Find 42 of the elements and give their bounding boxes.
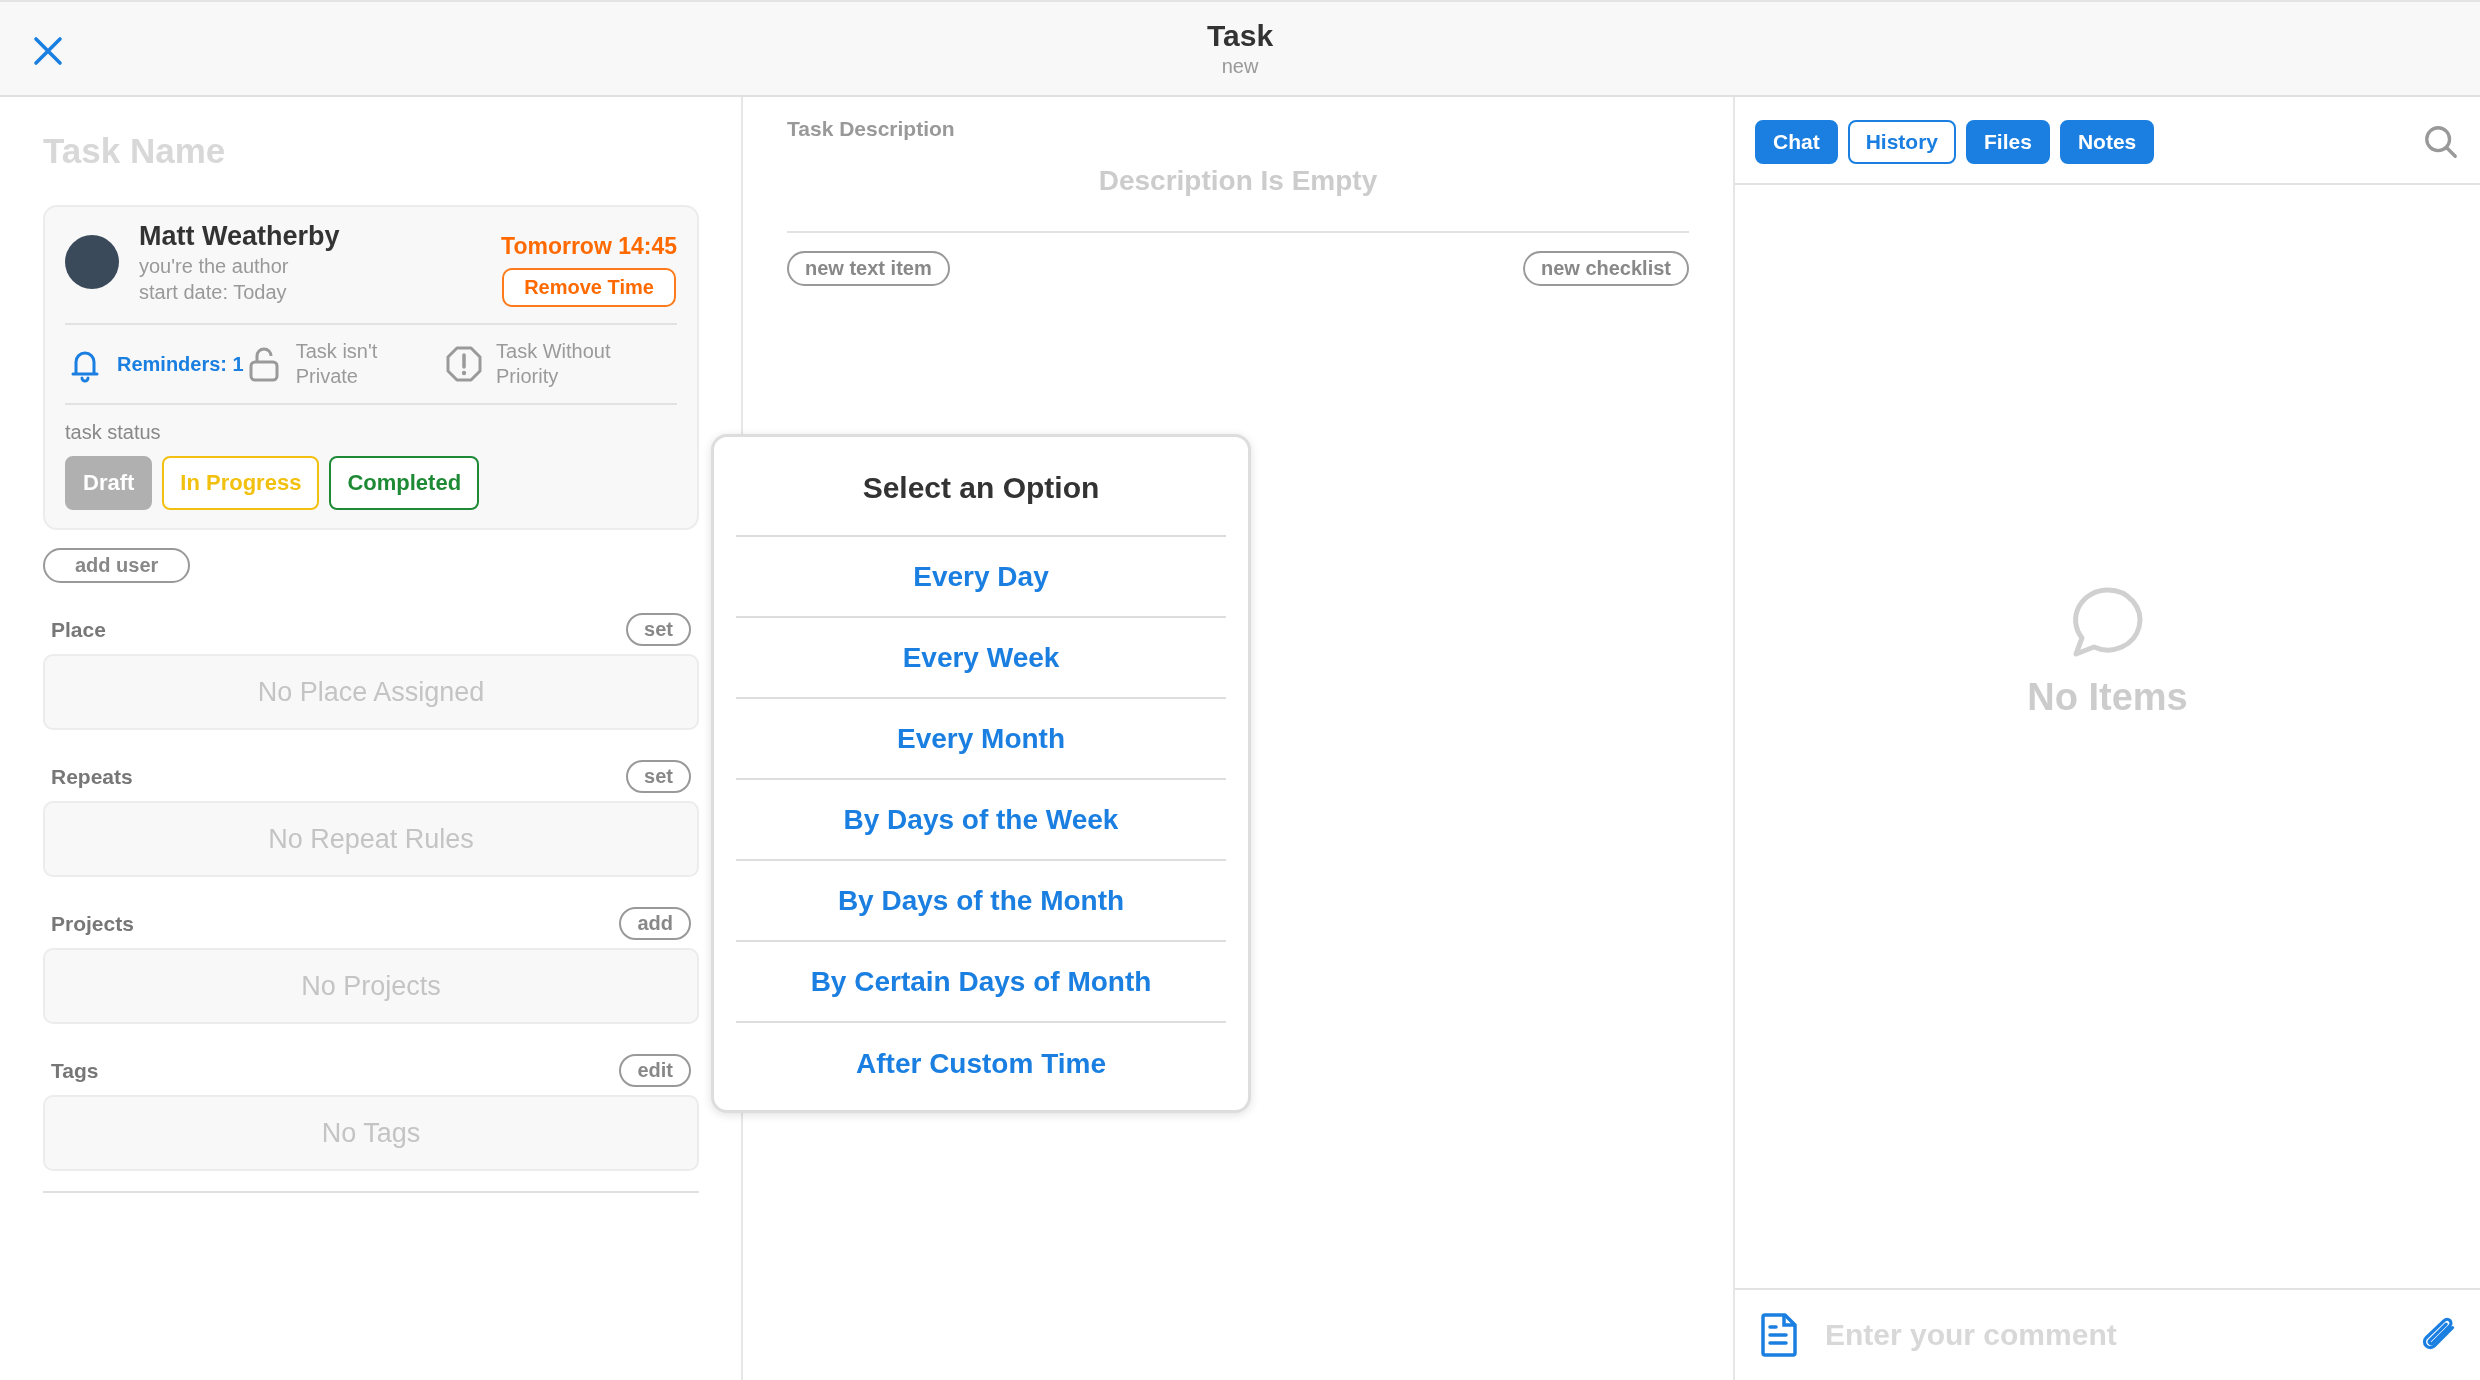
status-label: task status: [65, 421, 162, 444]
flag-label[interactable]: Task Without Priority: [496, 339, 677, 389]
start-date: start date: Today: [139, 281, 288, 304]
add-item-button[interactable]: new checklist: [1522, 251, 1689, 286]
avatar: [65, 235, 119, 289]
option-item[interactable]: Every Month: [736, 699, 1226, 780]
option-item[interactable]: By Days of the Week: [736, 780, 1226, 861]
exclamation-icon[interactable]: [444, 344, 485, 384]
option-item[interactable]: After Custom Time: [736, 1023, 1226, 1104]
section-action-button[interactable]: set: [626, 613, 691, 646]
option-item[interactable]: By Days of the Month: [736, 861, 1226, 942]
tab[interactable]: History: [1847, 120, 1957, 164]
tab[interactable]: Notes: [2059, 120, 2155, 164]
tab[interactable]: Chat: [1755, 120, 1838, 164]
section-action-button[interactable]: set: [626, 760, 691, 793]
close-icon[interactable]: [32, 35, 64, 67]
status-button[interactable]: Draft: [65, 456, 153, 510]
section-action-button[interactable]: edit: [619, 1054, 691, 1087]
popup-title: Select an Option: [736, 437, 1226, 537]
window-title: Task: [1206, 19, 1274, 53]
option-item[interactable]: Every Week: [736, 618, 1226, 699]
tab[interactable]: Files: [1966, 120, 2050, 164]
section-label: Repeats: [51, 764, 133, 789]
section-label: Place: [51, 617, 106, 642]
add-item-button[interactable]: new text item: [787, 251, 950, 286]
flag-label[interactable]: Reminders: 1: [117, 351, 244, 377]
document-icon[interactable]: [1759, 1313, 1799, 1357]
section-label: Tags: [51, 1058, 99, 1083]
description-label: Task Description: [787, 117, 956, 141]
flag-label[interactable]: Task isn't Private: [295, 339, 445, 389]
search-icon[interactable]: [2422, 123, 2460, 161]
due-time: Tomorrow 14:45: [501, 233, 677, 260]
remove-time-button[interactable]: Remove Time: [502, 268, 676, 307]
option-item[interactable]: Every Day: [736, 537, 1226, 618]
author-role: you're the author: [139, 255, 290, 278]
add-user-button[interactable]: add user: [43, 548, 191, 583]
window-subtitle: new: [1220, 55, 1260, 78]
section-action-button[interactable]: add: [619, 907, 691, 940]
author-name: Matt Weatherby: [139, 221, 341, 252]
status-button[interactable]: Completed: [329, 456, 480, 510]
option-item[interactable]: By Certain Days of Month: [736, 942, 1226, 1023]
section-label: Projects: [51, 911, 134, 936]
